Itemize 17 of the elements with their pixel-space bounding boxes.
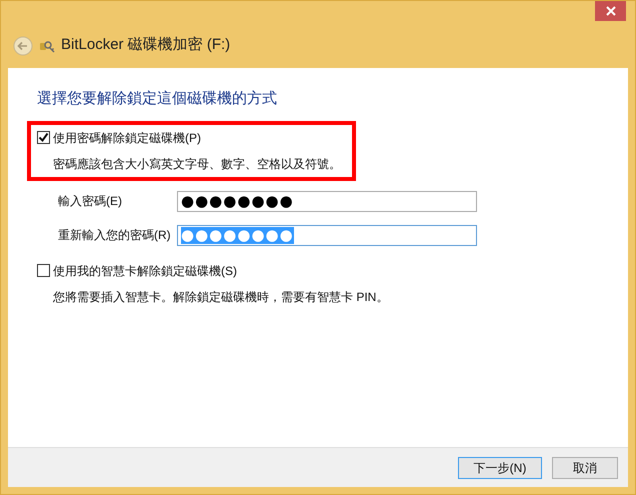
masked-value: ●●●●●●●● — [181, 226, 294, 244]
checkbox-label[interactable]: 使用密碼解除鎖定磁碟機(P) — [53, 128, 201, 146]
masked-value: ●●●●●●●● — [181, 192, 294, 210]
field-label: 重新輸入您的密碼(R) — [58, 227, 172, 244]
password-field[interactable]: ●●●●●●●● — [177, 190, 477, 212]
dialog-button[interactable]: 取消 — [552, 456, 618, 478]
option-description: 密碼應該包含大小寫英文字母、數字、空格以及符號。 — [53, 156, 342, 172]
checkbox[interactable] — [37, 131, 50, 144]
dialog-button[interactable]: 下一步(N) — [458, 456, 542, 478]
window-title: BitLocker 磁碟機加密 (F:) — [61, 35, 230, 56]
page-heading: 選擇您要解除鎖定這個磁碟機的方式 — [37, 89, 278, 109]
close-icon — [606, 6, 616, 16]
field-label: 輸入密碼(E) — [58, 193, 123, 210]
option-description: 您將需要插入智慧卡。解除鎖定磁碟機時，需要有智慧卡 PIN。 — [53, 288, 390, 306]
close-button[interactable] — [595, 1, 626, 21]
checkbox-label[interactable]: 使用我的智慧卡解除鎖定磁碟機(S) — [53, 262, 237, 280]
checkbox[interactable] — [37, 264, 50, 277]
